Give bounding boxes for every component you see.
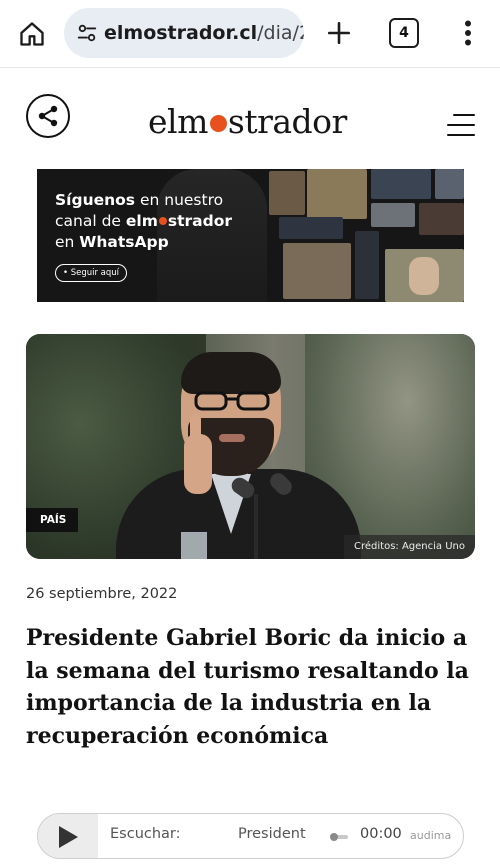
banner-background-figure	[157, 169, 267, 302]
article-hero-image[interactable]: PAÍS Créditos: Agencia Uno	[26, 334, 475, 559]
share-button[interactable]	[26, 94, 70, 138]
banner-brand-dot	[158, 217, 167, 225]
share-icon	[38, 105, 58, 127]
audio-player: Escuchar: Presidente 00:00 audima	[37, 813, 464, 859]
url-path: /dia/202	[257, 22, 304, 44]
banner-whatsapp-word: WhatsApp	[79, 233, 169, 251]
banner-follow-word: Síguenos	[55, 191, 136, 209]
banner-line-1: Síguenos en nuestro	[55, 190, 223, 211]
more-vert-icon	[465, 20, 471, 46]
url-host: elmostrador.cl	[104, 22, 258, 44]
whatsapp-banner[interactable]: Síguenos en nuestro canal de elm strador …	[37, 169, 464, 302]
hero-water-glass	[181, 532, 207, 559]
audio-time: 00:00	[360, 826, 402, 842]
banner-line3-pre: en	[55, 233, 80, 251]
play-button[interactable]	[38, 814, 98, 858]
home-button[interactable]	[14, 16, 50, 52]
hero-figure-glasses	[194, 391, 270, 411]
tab-count: 4	[399, 25, 409, 41]
browser-menu-button[interactable]	[455, 16, 481, 50]
banner-brand-b: strador	[167, 212, 233, 230]
banner-line1-rest: en nuestro	[135, 191, 224, 209]
follow-here-button[interactable]: • Seguir aquí	[55, 264, 128, 282]
hamburger-line	[447, 124, 475, 127]
hamburger-line	[453, 114, 475, 117]
site-logo[interactable]: elm strador	[148, 102, 347, 141]
logo-prefix: elm	[148, 102, 208, 141]
site-header: elm strador	[0, 70, 500, 162]
site-settings-icon[interactable]	[76, 20, 98, 46]
tab-switcher-button[interactable]: 4	[389, 18, 419, 48]
photo-credit: Créditos: Agencia Uno	[344, 535, 475, 559]
hamburger-line	[447, 134, 475, 137]
article-date: 26 septiembre, 2022	[26, 586, 178, 602]
logo-suffix: strador	[227, 102, 347, 141]
banner-line2-pre: canal de	[55, 212, 126, 230]
banner-brand-a: elm	[125, 212, 158, 230]
plus-icon	[327, 21, 351, 45]
play-icon	[59, 826, 78, 848]
progress-knob[interactable]	[330, 833, 348, 841]
hero-figure-hand	[184, 434, 212, 494]
new-tab-button[interactable]	[322, 16, 356, 50]
url-text: elmostrador.cl/dia/202	[104, 22, 304, 44]
audima-logo[interactable]: audima	[410, 829, 451, 842]
address-bar[interactable]: elmostrador.cl/dia/202	[64, 8, 304, 58]
hero-figure-mouth	[219, 434, 245, 442]
article-headline: Presidente Gabriel Boric da inicio a la …	[26, 625, 469, 749]
banner-line-3: en WhatsApp	[55, 232, 169, 253]
site-menu-button[interactable]	[447, 114, 475, 138]
hero-figure-hair	[181, 352, 281, 394]
audio-title-marquee: Presidente	[238, 826, 306, 842]
hero-mic-stand	[254, 494, 258, 559]
home-icon	[20, 22, 44, 46]
logo-dot	[209, 115, 227, 132]
banner-photo-mosaic	[259, 169, 464, 302]
banner-line-2: canal de elm strador	[55, 211, 232, 232]
listen-label: Escuchar:	[110, 826, 181, 842]
section-tag[interactable]: PAÍS	[26, 508, 79, 532]
browser-toolbar: elmostrador.cl/dia/202 4	[0, 0, 500, 68]
